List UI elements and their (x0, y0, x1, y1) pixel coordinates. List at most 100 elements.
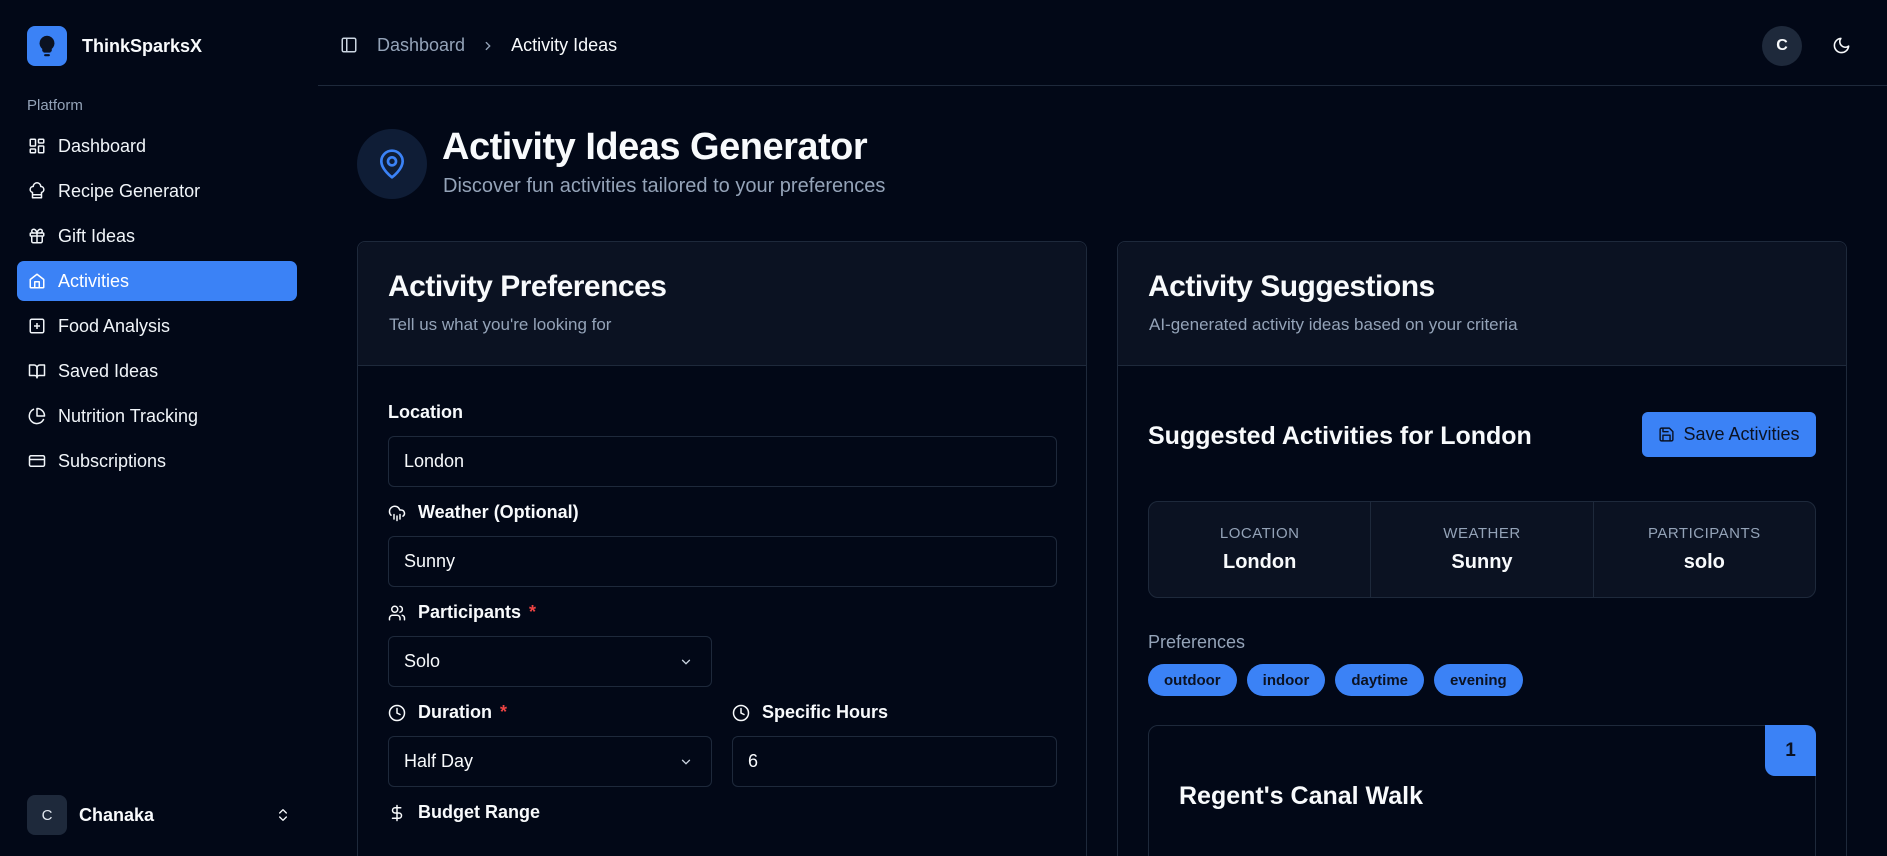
sidebar-item-activities[interactable]: Activities (17, 261, 297, 301)
sidebar-item-label: Food Analysis (58, 315, 171, 336)
chef-hat-icon (29, 182, 45, 199)
tag-daytime: daytime (1335, 664, 1425, 696)
participants-label-text: Participants (418, 602, 522, 622)
specific-hours-label-text: Specific Hours (762, 702, 889, 722)
sidebar-toggle-icon[interactable] (340, 36, 358, 54)
duration-select[interactable]: Half Day (388, 736, 712, 787)
sidebar-item-nutrition-tracking[interactable]: Nutrition Tracking (17, 396, 297, 436)
sidebar-item-label: Subscriptions (58, 450, 167, 471)
summary-participants: PARTICIPANTS solo (1594, 502, 1815, 597)
sidebar: ThinkSparksX Platform Dashboard Recipe G… (0, 0, 318, 856)
save-activities-label: Save Activities (1683, 424, 1800, 444)
location-label-text: Location (388, 402, 463, 422)
preferences-label: Preferences (1148, 632, 1246, 652)
page-title: Activity Ideas Generator (442, 126, 868, 168)
sidebar-item-label: Activities (58, 270, 130, 291)
grid-icon (29, 138, 45, 154)
tag-evening: evening (1434, 664, 1523, 696)
chevrons-up-down-icon (279, 809, 287, 821)
summary-value: solo (1683, 551, 1725, 573)
suggestions-card: Activity Suggestions AI-generated activi… (1117, 241, 1847, 856)
duration-label: Duration * (388, 702, 507, 723)
participants-select[interactable]: Solo (388, 636, 712, 687)
weather-value: Sunny (404, 551, 456, 571)
specific-hours-value: 6 (748, 751, 759, 771)
sidebar-item-food-analysis[interactable]: Food Analysis (17, 306, 297, 346)
sidebar-item-label: Nutrition Tracking (58, 405, 199, 426)
weather-input[interactable]: Sunny (388, 536, 1057, 587)
book-open-icon (28, 364, 46, 379)
section-label: Platform (27, 97, 83, 114)
cloud-rain-icon (388, 505, 406, 521)
duration-value: Half Day (404, 751, 474, 771)
home-icon (29, 273, 45, 289)
header-avatar[interactable]: C (1762, 26, 1802, 66)
sidebar-item-subscriptions[interactable]: Subscriptions (17, 441, 297, 481)
summary-key: LOCATION (1219, 525, 1300, 542)
chevron-down-icon (681, 659, 691, 665)
budget-label: Budget Range (388, 802, 540, 823)
card-header: Activity Preferences Tell us what you're… (358, 242, 1086, 366)
user-menu[interactable]: C Chanaka (27, 795, 291, 835)
weather-label: Weather (Optional) (388, 502, 579, 523)
tag-indoor: indoor (1246, 664, 1326, 696)
gift-icon (29, 228, 45, 244)
preferences-card: Activity Preferences Tell us what you're… (357, 241, 1087, 856)
criteria-summary: LOCATION London WEATHER Sunny PARTICIPAN… (1148, 501, 1816, 598)
location-label: Location (388, 402, 463, 423)
users-icon (388, 605, 406, 620)
save-activities-button[interactable]: Save Activities (1642, 412, 1816, 457)
avatar: C (27, 795, 67, 835)
sidebar-item-label: Dashboard (58, 135, 147, 156)
clock-icon (388, 704, 406, 721)
card-title: Activity Suggestions (1148, 270, 1435, 303)
sidebar-nav: Dashboard Recipe Generator Gift Ideas Ac… (17, 126, 297, 486)
preference-tags: outdoor indoor daytime evening (1148, 664, 1533, 696)
sidebar-item-gift-ideas[interactable]: Gift Ideas (17, 216, 297, 256)
duration-label-text: Duration (418, 702, 492, 722)
moon-icon[interactable] (1832, 36, 1851, 55)
breadcrumb: Dashboard Activity Ideas (377, 35, 617, 56)
summary-value: Sunny (1451, 551, 1513, 573)
clock-icon (732, 704, 750, 721)
location-input[interactable]: London (388, 436, 1057, 487)
user-name: Chanaka (79, 804, 155, 825)
location-value: London (404, 451, 465, 471)
pie-chart-icon (28, 407, 46, 425)
card-title: Activity Preferences (388, 270, 667, 303)
budget-label-text: Budget Range (418, 802, 541, 822)
sidebar-item-dashboard[interactable]: Dashboard (17, 126, 297, 166)
summary-location: LOCATION London (1149, 502, 1372, 597)
sidebar-item-label: Recipe Generator (58, 180, 201, 201)
required-mark: * (500, 702, 508, 722)
brand-name: ThinkSparksX (82, 35, 203, 56)
activity-card: 1 Regent's Canal Walk (1148, 725, 1816, 856)
summary-value: London (1223, 551, 1297, 573)
suggestions-heading: Suggested Activities for London (1148, 422, 1532, 450)
summary-weather: WEATHER Sunny (1371, 502, 1594, 597)
save-icon (1659, 427, 1675, 442)
breadcrumb-current: Activity Ideas (511, 35, 618, 55)
card-description: Tell us what you're looking for (389, 315, 612, 334)
breadcrumb-dashboard[interactable]: Dashboard (377, 35, 465, 56)
map-pin-icon (357, 129, 427, 199)
brand[interactable]: ThinkSparksX (27, 26, 202, 66)
chevron-down-icon (681, 759, 691, 765)
card-description: AI-generated activity ideas based on you… (1149, 315, 1518, 334)
tag-outdoor: outdoor (1148, 664, 1237, 696)
participants-label: Participants * (388, 602, 536, 623)
plus-square-icon (29, 318, 45, 334)
sidebar-item-recipe-generator[interactable]: Recipe Generator (17, 171, 297, 211)
page-subtitle: Discover fun activities tailored to your… (443, 175, 886, 197)
sidebar-item-label: Gift Ideas (58, 225, 136, 246)
sidebar-item-label: Saved Ideas (58, 360, 159, 381)
lightbulb-icon (27, 26, 67, 66)
summary-key: PARTICIPANTS (1647, 525, 1761, 542)
specific-hours-input[interactable]: 6 (732, 736, 1057, 787)
top-header: Dashboard Activity Ideas C (318, 0, 1887, 86)
rank-badge: 1 (1765, 725, 1816, 776)
sidebar-item-saved-ideas[interactable]: Saved Ideas (17, 351, 297, 391)
chevron-right-icon (485, 41, 491, 50)
required-mark: * (529, 602, 537, 622)
specific-hours-label: Specific Hours (732, 702, 888, 723)
